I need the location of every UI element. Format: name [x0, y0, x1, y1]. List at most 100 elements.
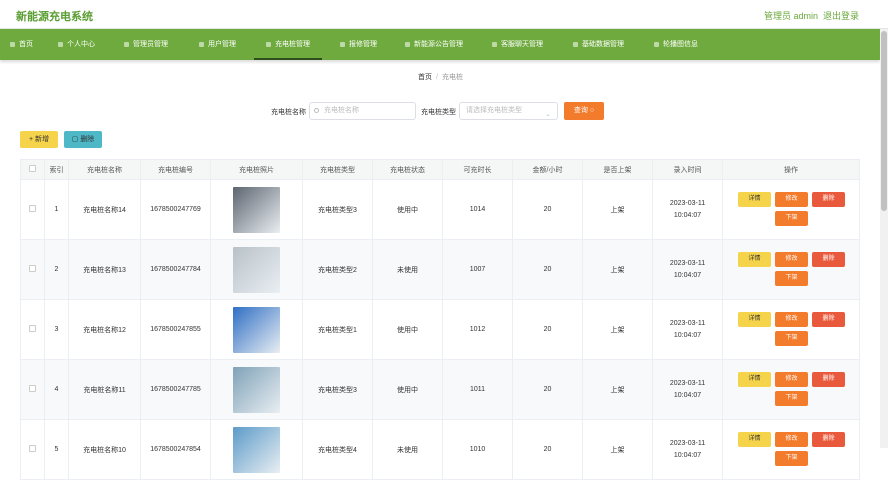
column-header: 索引 — [45, 160, 69, 180]
app-title: 新能源充电系统 — [16, 8, 93, 24]
edit-button[interactable]: 修改 — [775, 372, 808, 387]
nav-item-label: 基础数据管理 — [582, 41, 624, 48]
cell-status: 未使用 — [373, 240, 443, 300]
delete-button-label: 删除 — [80, 136, 94, 143]
admin-label: 管理员 admin — [764, 9, 818, 22]
cell-code: 1678500247854 — [141, 420, 211, 480]
ops-cell: 详情修改删除下架 — [723, 300, 860, 360]
detail-button[interactable]: 详情 — [738, 192, 771, 207]
cell-name: 充电桩名称12 — [69, 300, 141, 360]
add-button[interactable]: + 新增 — [20, 131, 58, 148]
remove-button[interactable]: 删除 — [812, 372, 845, 387]
detail-button[interactable]: 详情 — [738, 372, 771, 387]
breadcrumb-separator: / — [436, 74, 438, 81]
cell-price: 20 — [513, 180, 583, 240]
row-checkbox[interactable] — [29, 265, 36, 272]
row-select-cell — [21, 180, 45, 240]
cell-index: 5 — [45, 420, 69, 480]
off-shelf-button[interactable]: 下架 — [775, 271, 808, 286]
remove-button[interactable]: 删除 — [812, 432, 845, 447]
cell-status: 使用中 — [373, 300, 443, 360]
name-search-input[interactable]: 充电桩名称 — [309, 102, 416, 120]
nav-item-0[interactable]: 首页 — [10, 29, 33, 60]
nav-item-9[interactable]: 轮播图信息 — [654, 29, 698, 60]
edit-button[interactable]: 修改 — [775, 252, 808, 267]
cell-price: 20 — [513, 420, 583, 480]
breadcrumb: 首页/充电桩 — [418, 72, 463, 82]
cell-type: 充电桩类型3 — [303, 180, 373, 240]
table-row: 4充电桩名称111678500247785充电桩类型3使用中101120上架20… — [21, 360, 860, 420]
cell-name: 充电桩名称10 — [69, 420, 141, 480]
nav-item-5[interactable]: 报修管理 — [340, 29, 377, 60]
column-header: 充电桩编号 — [141, 160, 211, 180]
cell-status: 使用中 — [373, 180, 443, 240]
row-checkbox[interactable] — [29, 385, 36, 392]
nav-item-6[interactable]: 新能源公告管理 — [405, 29, 463, 60]
charger-table: 索引充电桩名称充电桩编号充电桩照片充电桩类型充电桩状态可充时长金额/小时是否上架… — [20, 159, 860, 480]
nav-icon — [10, 42, 15, 47]
scrollbar[interactable] — [880, 29, 888, 448]
photo-cell — [211, 420, 303, 480]
cell-status: 使用中 — [373, 360, 443, 420]
nav-item-label: 用户管理 — [208, 41, 236, 48]
logout-link[interactable]: 退出登录 — [823, 9, 859, 22]
nav-item-label: 管理员管理 — [133, 41, 168, 48]
row-actions: 详情修改删除下架 — [723, 180, 859, 239]
charger-photo — [233, 307, 280, 353]
edit-button[interactable]: 修改 — [775, 192, 808, 207]
breadcrumb-home[interactable]: 首页 — [418, 74, 432, 81]
detail-button[interactable]: 详情 — [738, 432, 771, 447]
photo-cell — [211, 240, 303, 300]
query-button[interactable]: 查询 ○ — [564, 102, 604, 120]
row-checkbox[interactable] — [29, 325, 36, 332]
column-header: 操作 — [723, 160, 860, 180]
nav-icon — [124, 42, 129, 47]
detail-button[interactable]: 详情 — [738, 312, 771, 327]
row-checkbox[interactable] — [29, 205, 36, 212]
select-all-checkbox[interactable] — [29, 165, 36, 172]
row-select-cell — [21, 420, 45, 480]
column-header: 录入时间 — [653, 160, 723, 180]
row-actions: 详情修改删除下架 — [723, 300, 859, 359]
nav-item-1[interactable]: 个人中心 — [58, 29, 95, 60]
type-select[interactable]: 请选择充电桩类型⌄ — [459, 102, 558, 120]
table-header-row: 索引充电桩名称充电桩编号充电桩照片充电桩类型充电桩状态可充时长金额/小时是否上架… — [21, 160, 860, 180]
cell-time: 2023-03-11 10:04:07 — [653, 420, 723, 480]
row-checkbox[interactable] — [29, 445, 36, 452]
cell-duration: 1011 — [443, 360, 513, 420]
cell-listed: 上架 — [583, 300, 653, 360]
nav-item-3[interactable]: 用户管理 — [199, 29, 236, 60]
cell-time: 2023-03-11 10:04:07 — [653, 240, 723, 300]
nav-item-7[interactable]: 客服聊天管理 — [492, 29, 543, 60]
off-shelf-button[interactable]: 下架 — [775, 211, 808, 226]
cell-name: 充电桩名称11 — [69, 360, 141, 420]
nav-item-label: 客服聊天管理 — [501, 41, 543, 48]
column-header: 充电桩类型 — [303, 160, 373, 180]
cell-duration: 1010 — [443, 420, 513, 480]
cell-time: 2023-03-11 10:04:07 — [653, 300, 723, 360]
type-select-placeholder: 请选择充电桩类型 — [466, 107, 522, 114]
nav-icon — [573, 42, 578, 47]
name-search-label: 充电桩名称 — [271, 107, 306, 117]
edit-button[interactable]: 修改 — [775, 432, 808, 447]
nav-icon — [199, 42, 204, 47]
edit-button[interactable]: 修改 — [775, 312, 808, 327]
ops-cell: 详情修改删除下架 — [723, 420, 860, 480]
nav-item-8[interactable]: 基础数据管理 — [573, 29, 624, 60]
scrollbar-thumb[interactable] — [881, 31, 887, 211]
remove-button[interactable]: 删除 — [812, 252, 845, 267]
nav-icon — [340, 42, 345, 47]
detail-button[interactable]: 详情 — [738, 252, 771, 267]
cell-code: 1678500247769 — [141, 180, 211, 240]
charger-photo — [233, 367, 280, 413]
off-shelf-button[interactable]: 下架 — [775, 331, 808, 346]
remove-button[interactable]: 删除 — [812, 192, 845, 207]
nav-item-2[interactable]: 管理员管理 — [124, 29, 168, 60]
nav-item-4[interactable]: 充电桩管理 — [254, 29, 322, 60]
off-shelf-button[interactable]: 下架 — [775, 451, 808, 466]
row-actions: 详情修改删除下架 — [723, 420, 859, 479]
column-header: 充电桩照片 — [211, 160, 303, 180]
off-shelf-button[interactable]: 下架 — [775, 391, 808, 406]
remove-button[interactable]: 删除 — [812, 312, 845, 327]
delete-button[interactable]: ▢ 删除 — [64, 131, 102, 148]
